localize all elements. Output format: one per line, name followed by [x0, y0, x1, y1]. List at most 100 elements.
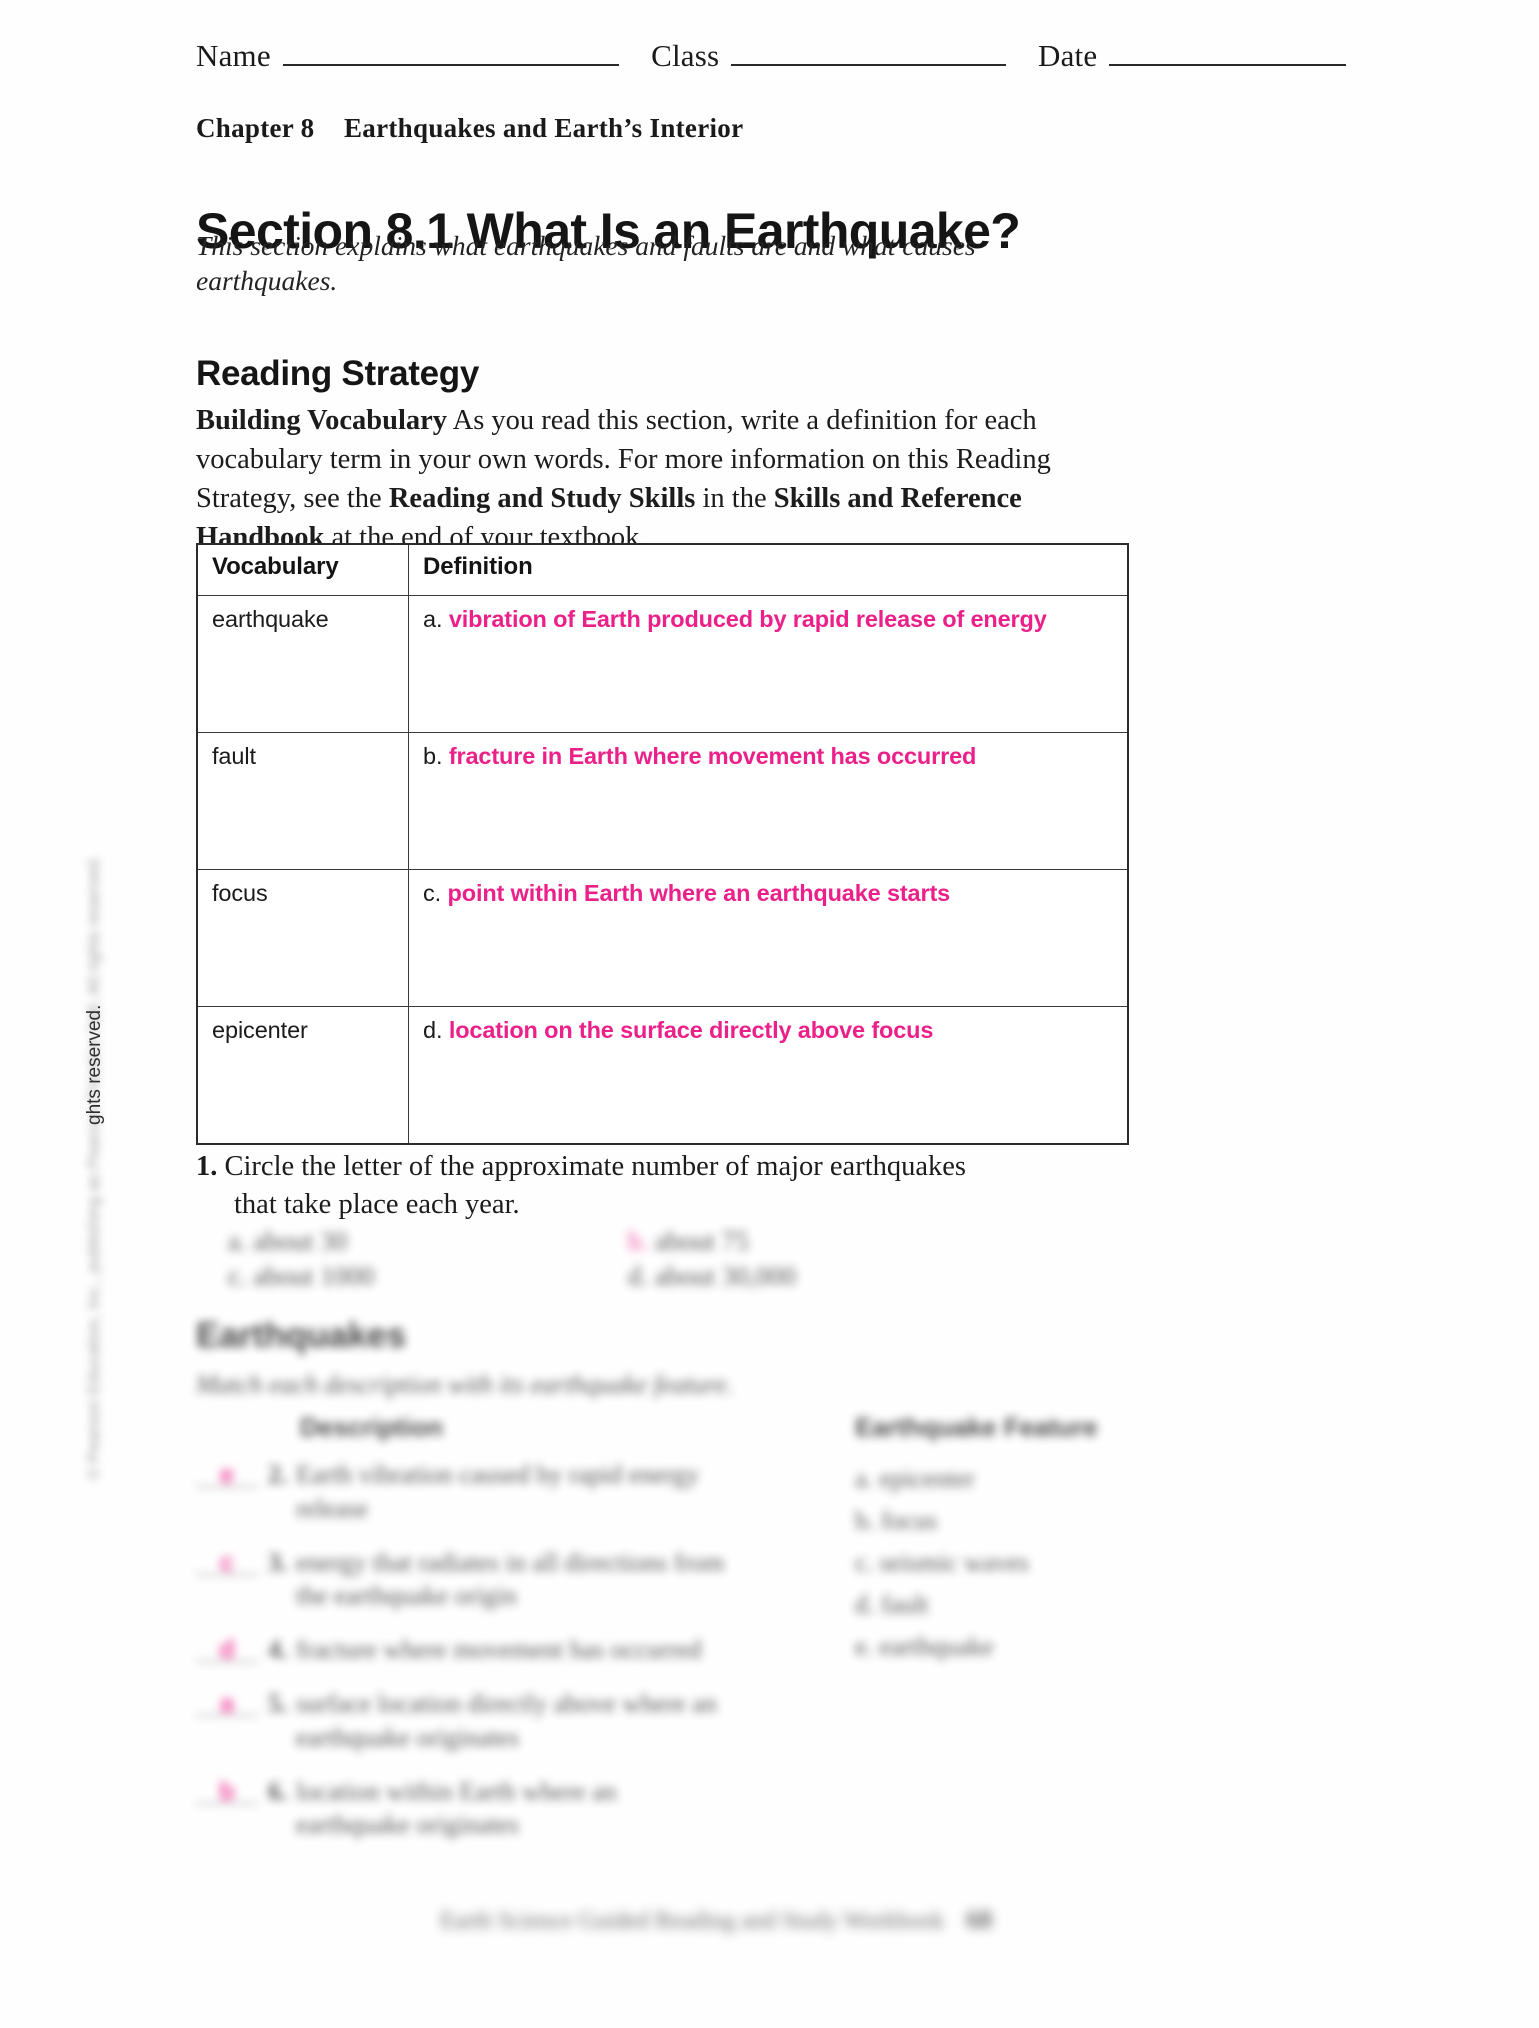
feature-text: focus	[881, 1506, 938, 1536]
column-header-vocabulary: Vocabulary	[196, 543, 409, 596]
description-match-list: e 2. Earth vibration caused by rapid ene…	[196, 1458, 796, 1862]
column-header-definition: Definition	[408, 543, 1129, 596]
table-header-row: Vocabulary Definition	[196, 543, 1129, 596]
table-row: focus c. point within Earth where an ear…	[196, 869, 1129, 1007]
side-copyright-blurred: © Pearson Education, Inc., publishing as…	[84, 855, 103, 1480]
answer-text: fracture in Earth where movement has occ…	[448, 743, 977, 769]
name-input-rule[interactable]	[282, 44, 619, 66]
answer-letter: a.	[423, 606, 443, 632]
item-number: 6.	[268, 1776, 288, 1806]
option-c-text: about 1000	[253, 1260, 375, 1291]
match-answer-blank[interactable]: c	[196, 1546, 258, 1577]
list-item[interactable]: d 4. fracture where movement has occurre…	[196, 1633, 796, 1667]
chapter-number: Chapter 8	[196, 113, 315, 143]
item-text: fracture where movement has occurred	[296, 1635, 702, 1665]
page-number: 68	[966, 1905, 993, 1934]
item-text: surface location directly above where an…	[296, 1688, 717, 1752]
name-class-date-bar: Name Class Date	[196, 38, 1346, 74]
reading-strategy-body: Building Vocabulary As you read this sec…	[196, 401, 1126, 557]
option-a[interactable]: a. about 30	[228, 1224, 628, 1259]
option-b[interactable]: b. about 75	[628, 1224, 1028, 1259]
feature-letter: b.	[855, 1506, 875, 1536]
answer-text: vibration of Earth produced by rapid rel…	[448, 606, 1047, 632]
option-b-letter: b.	[628, 1226, 649, 1256]
feature-item-b[interactable]: b. focus	[855, 1500, 1285, 1542]
option-a-text: about 30	[253, 1226, 348, 1256]
reading-strategy-heading: Reading Strategy	[196, 354, 480, 394]
vocab-term-epicenter: epicenter	[196, 1006, 409, 1145]
definition-cell-focus[interactable]: c. point within Earth where an earthquak…	[408, 869, 1129, 1007]
feature-text: epicenter	[879, 1464, 975, 1493]
item-number: 4.	[268, 1635, 288, 1665]
feature-item-d[interactable]: d. fault	[855, 1584, 1285, 1626]
question-1-line-1: Circle the letter of the approximate num…	[224, 1151, 967, 1182]
feature-text: earthquake	[879, 1632, 994, 1662]
feature-item-c[interactable]: c. seismic waves	[855, 1542, 1285, 1584]
match-answer-blank[interactable]: b	[196, 1775, 258, 1806]
answer-letter: c.	[423, 880, 442, 906]
list-item[interactable]: e 2. Earth vibration caused by rapid ene…	[196, 1458, 796, 1526]
page-footer: Earth Science Guided Reading and Study W…	[440, 1905, 1120, 1935]
option-d-text: about 30,000	[655, 1260, 796, 1291]
item-number: 2.	[268, 1460, 288, 1489]
earthquakes-heading: Earthquakes	[196, 1316, 407, 1355]
option-d-letter: d.	[628, 1260, 649, 1291]
vocab-term-focus: focus	[196, 869, 409, 1007]
option-row-1: a. about 30 b. about 75	[228, 1224, 1098, 1259]
item-text: Earth vibration caused by rapid energy r…	[296, 1460, 700, 1523]
feature-text: seismic waves	[879, 1548, 1030, 1578]
building-vocabulary-lead: Building Vocabulary	[196, 404, 448, 436]
feature-text: fault	[881, 1590, 929, 1620]
option-c-letter: c.	[228, 1260, 247, 1291]
list-item[interactable]: c 3. energy that radiates in all directi…	[196, 1546, 796, 1614]
item-number: 3.	[268, 1547, 288, 1577]
answer-letter: d.	[423, 1017, 443, 1043]
match-answer-blank[interactable]: d	[196, 1633, 258, 1664]
question-1-line-2: that take place each year.	[234, 1189, 520, 1221]
option-d[interactable]: d. about 30,000	[628, 1259, 1028, 1294]
vocab-term-earthquake: earthquake	[196, 595, 409, 733]
table-row: epicenter d. location on the surface dir…	[196, 1006, 1129, 1145]
chapter-title: Earthquakes and Earth’s Interior	[344, 113, 744, 143]
section-subtitle: This section explains what earthquakes a…	[196, 230, 976, 297]
item-number: 5.	[268, 1688, 288, 1718]
feature-item-e[interactable]: e. earthquake	[855, 1626, 1285, 1668]
class-label: Class	[651, 38, 720, 73]
chapter-line: Chapter 8 Earthquakes and Earth’s Interi…	[196, 113, 743, 144]
list-item[interactable]: b 6. location within Earth where an eart…	[196, 1775, 796, 1843]
table-row: earthquake a. vibration of Earth produce…	[196, 595, 1129, 733]
option-a-letter: a.	[228, 1226, 247, 1256]
match-answer-blank[interactable]: a	[196, 1687, 258, 1718]
match-answer-blank[interactable]: e	[196, 1458, 258, 1489]
footer-title: Earth Science Guided Reading and Study W…	[440, 1908, 945, 1934]
date-input-rule[interactable]	[1109, 44, 1346, 66]
definition-cell-earthquake[interactable]: a. vibration of Earth produced by rapid …	[408, 595, 1129, 733]
feature-letter: c.	[855, 1548, 874, 1578]
feature-letter: d.	[855, 1590, 875, 1620]
item-text: energy that radiates in all directions f…	[296, 1547, 725, 1611]
vocab-term-fault: fault	[196, 732, 409, 870]
feature-item-a[interactable]: a. epicenter	[855, 1458, 1285, 1500]
answer-letter: b.	[423, 743, 443, 769]
table-row: fault b. fracture in Earth where movemen…	[196, 732, 1129, 870]
answer-text: point within Earth where an earthquake s…	[447, 880, 951, 906]
question-1: 1. Circle the letter of the approximate …	[196, 1148, 1096, 1225]
list-item[interactable]: a 5. surface location directly above whe…	[196, 1687, 796, 1755]
option-c[interactable]: c. about 1000	[228, 1259, 628, 1294]
name-label: Name	[196, 38, 271, 73]
definition-cell-fault[interactable]: b. fracture in Earth where movement has …	[408, 732, 1129, 870]
vocabulary-definition-table: Vocabulary Definition earthquake a. vibr…	[196, 543, 1129, 1145]
answer-text: location on the surface directly above f…	[448, 1017, 934, 1043]
date-label: Date	[1038, 38, 1098, 73]
earthquake-feature-list: a. epicenter b. focus c. seismic waves d…	[855, 1458, 1285, 1669]
option-row-2: c. about 1000 d. about 30,000	[228, 1259, 1098, 1294]
definition-cell-epicenter[interactable]: d. location on the surface directly abov…	[408, 1006, 1129, 1145]
option-b-text: about 75	[655, 1226, 749, 1256]
feature-letter: a.	[855, 1464, 874, 1493]
rs-bold-1: Reading and Study Skills	[388, 482, 696, 514]
class-input-rule[interactable]	[731, 44, 1006, 66]
earthquakes-instruction: Match each description with its earthqua…	[196, 1370, 733, 1399]
worksheet-page: Name Class Date Chapter 8 Earthquakes an…	[0, 0, 1539, 2028]
column-header-description: Description	[300, 1412, 444, 1442]
item-text: location within Earth where an earthquak…	[296, 1776, 617, 1840]
